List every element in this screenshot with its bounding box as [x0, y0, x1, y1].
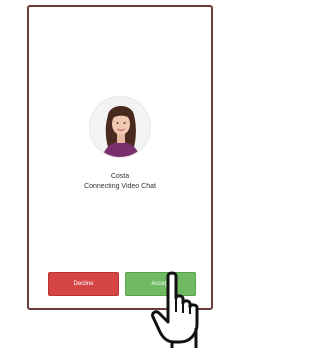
hand-pointer-icon	[151, 271, 199, 348]
decline-button[interactable]: Decline	[48, 272, 119, 296]
phone-frame: Costa Connecting Video Chat Decline Acce…	[27, 5, 213, 310]
call-status: Connecting Video Chat	[84, 183, 156, 190]
caller-name: Costa	[110, 173, 130, 180]
incoming-call-screen: Costa Connecting Video Chat Decline Acce…	[0, 0, 247, 350]
avatar	[89, 96, 151, 158]
